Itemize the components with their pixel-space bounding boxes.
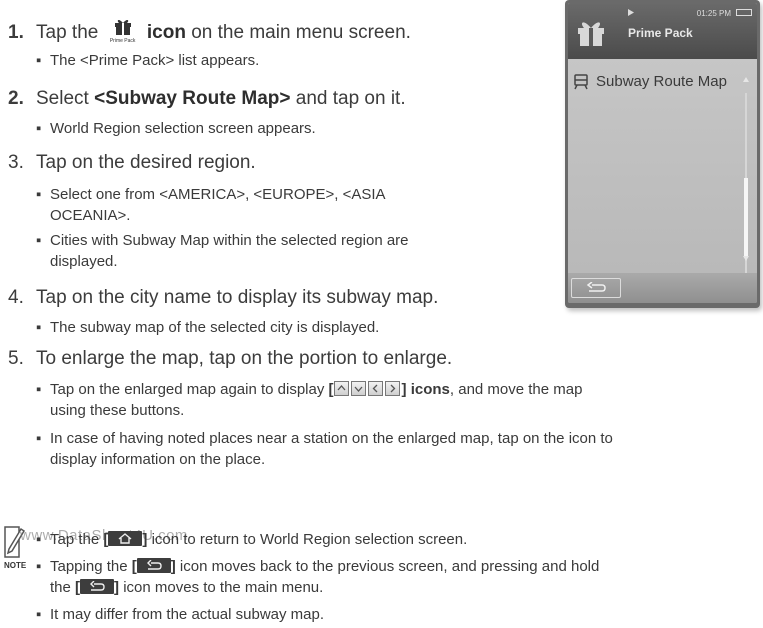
note-text-rest: , and move the map <box>449 381 583 398</box>
note-item-2: ▪ Tapping the [] icon moves back to the … <box>36 558 600 596</box>
left-arrow-icon <box>367 381 383 396</box>
step-number: 3. <box>8 152 24 173</box>
step-5-note-1: ▪ Tap on the enlarged map again to displ… <box>36 381 583 419</box>
screen-title: Prime Pack <box>628 26 693 40</box>
battery-icon <box>736 9 752 16</box>
step-text: Tap the <box>36 22 99 43</box>
note-item-1: ▪ Tap the [] icon to return to World Reg… <box>36 531 468 548</box>
prime-pack-icon: Prime Pack <box>106 18 140 44</box>
step-text: Tap on the city name to display its subw… <box>36 287 439 308</box>
step-3-note-2: ▪ Cities with Subway Map within the selec… <box>36 232 409 270</box>
step-4-note: ▪ The subway map of the selected city is … <box>36 319 380 336</box>
prime-pack-icon <box>578 22 604 46</box>
note-item-3: ▪ It may differ from the actual subway ma… <box>36 606 325 623</box>
down-arrow-icon <box>350 381 366 396</box>
note-text-rest: icon moves to the main menu. <box>123 579 324 596</box>
note-text: the <box>50 579 71 596</box>
step-number: 5. <box>8 348 24 369</box>
screen-time: 01:25 PM <box>696 9 731 18</box>
step-4: 4. Tap on the city name to display its su… <box>8 287 438 309</box>
note-text-rest: icon to return to World Region selection… <box>151 531 468 548</box>
up-arrow-icon <box>333 381 349 396</box>
note-text: Tapping the <box>50 558 128 575</box>
note-text: Tap on the enlarged map again to display <box>50 381 325 398</box>
step-number: 4. <box>8 287 24 308</box>
step-2: 2. Select <Subway Route Map> and tap on i… <box>8 88 406 110</box>
note-label: NOTE <box>4 561 27 570</box>
device-screen: 01:25 PM Prime Pack Subway Route Map <box>568 3 757 303</box>
step-2-note: ▪ World Region selection screen appears. <box>36 120 316 137</box>
back-button-icon <box>80 579 115 594</box>
right-arrow-icon <box>384 381 400 396</box>
back-icon <box>586 282 606 292</box>
step-text-rest: and tap on it. <box>295 88 406 109</box>
list-item-subway-route-map[interactable]: Subway Route Map <box>596 73 727 90</box>
icon-caption: Prime Pack <box>109 38 136 44</box>
step-number: 1. <box>8 22 24 43</box>
step-5: 5. To enlarge the map, tap on the portion… <box>8 348 452 370</box>
step-text: Tap on the desired region. <box>36 152 256 173</box>
screen-header: 01:25 PM Prime Pack <box>568 3 757 59</box>
step-bold: icon <box>146 22 186 43</box>
step-1: 1. Tap the Prime Pack icon on the main me… <box>8 18 411 44</box>
step-5-note-2: ▪ In case of having noted places near a s… <box>36 430 613 468</box>
scrollbar-thumb[interactable] <box>744 178 748 258</box>
back-button[interactable] <box>571 278 621 298</box>
step-bold: <Subway Route Map> <box>94 88 291 109</box>
back-button-icon <box>136 558 171 573</box>
home-button-icon <box>108 531 143 546</box>
step-text: To enlarge the map, tap on the portion t… <box>36 348 453 369</box>
note-text-rest: icon moves back to the previous screen, … <box>179 558 600 575</box>
note-text: Tap the <box>50 531 100 548</box>
step-3: 3. Tap on the desired region. <box>8 152 256 174</box>
scroll-up-icon <box>743 77 749 82</box>
step-text: Select <box>36 88 89 109</box>
step-text-rest: on the main menu screen. <box>191 22 411 43</box>
scroll-down-icon <box>743 256 749 261</box>
device-screenshot: 01:25 PM Prime Pack Subway Route Map <box>565 0 760 308</box>
subway-icon <box>574 74 588 90</box>
note-bold: icons <box>410 381 450 398</box>
step-number: 2. <box>8 88 24 109</box>
screen-footer <box>568 273 757 303</box>
step-1-note: ▪ The <Prime Pack> list appears. <box>36 52 260 69</box>
play-icon <box>628 9 634 16</box>
step-3-note-1: ▪ Select one from <AMERICA>, <EUROPE>, <A… <box>36 186 386 224</box>
